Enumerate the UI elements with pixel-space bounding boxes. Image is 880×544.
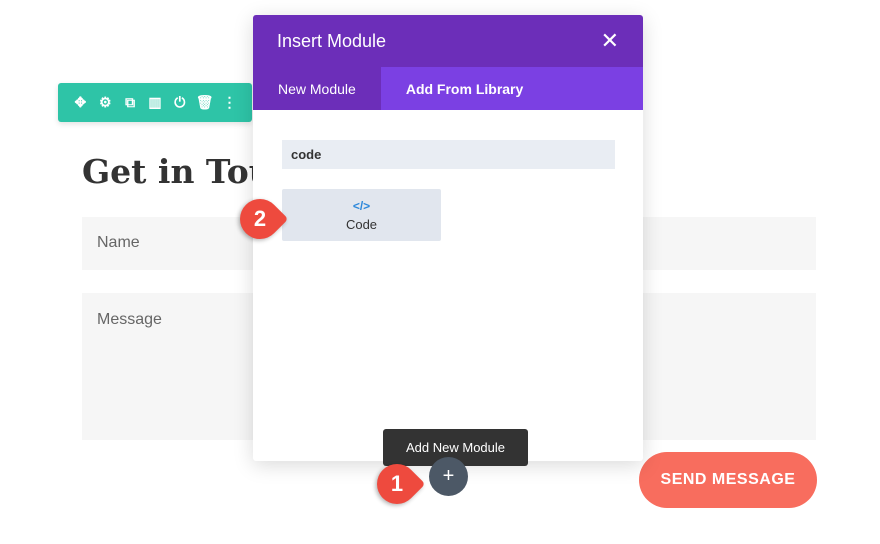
tab-add-from-library[interactable]: Add From Library [381, 67, 548, 110]
row-toolbar: ✥ ⚙ ⧉ ▥ ⏻ 🗑 ⋮ [58, 83, 252, 122]
module-label: Code [345, 216, 378, 232]
modal-tabs: New Module Add From Library [253, 67, 643, 110]
modal-title: Insert Module [277, 30, 387, 51]
gear-icon[interactable]: ⚙ [95, 94, 115, 111]
close-icon[interactable]: ✕ [601, 28, 619, 54]
tab-new-module[interactable]: New Module [253, 67, 381, 110]
columns-icon[interactable]: ▥ [145, 94, 165, 111]
trash-icon[interactable]: 🗑 [195, 94, 215, 111]
page-heading: Get in Tou [82, 152, 273, 191]
step-badge-1: 1 [368, 455, 426, 513]
add-module-button[interactable]: + [429, 457, 468, 496]
modal-header: Insert Module ✕ [253, 15, 643, 67]
move-icon[interactable]: ✥ [70, 94, 90, 111]
more-icon[interactable]: ⋮ [219, 94, 239, 111]
save-icon[interactable]: ⏻ [170, 94, 190, 111]
module-search-input[interactable] [282, 140, 615, 169]
module-tile-code[interactable]: </> Code [282, 189, 441, 241]
duplicate-icon[interactable]: ⧉ [120, 94, 140, 111]
code-icon: </> [352, 198, 371, 213]
insert-module-modal: Insert Module ✕ New Module Add From Libr… [253, 15, 643, 461]
send-message-button[interactable]: SEND MESSAGE [639, 452, 817, 508]
step-badge-2: 2 [231, 190, 289, 248]
